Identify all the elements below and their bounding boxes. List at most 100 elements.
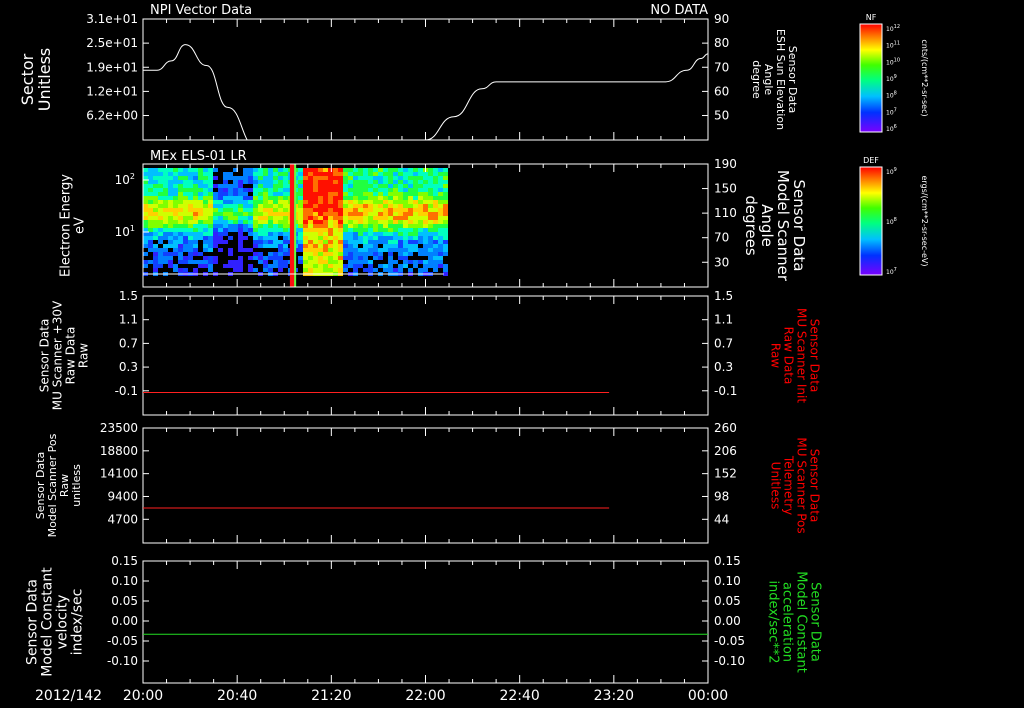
spectrogram-cell: [143, 224, 148, 228]
spectrogram-cell: [378, 196, 383, 200]
spectrogram-cell: [213, 200, 218, 204]
spectrogram-cell: [378, 168, 383, 172]
spectrogram-cell: [203, 184, 208, 188]
panel-frame-scannerpos: [142, 427, 709, 544]
spectrogram-cell: [143, 196, 148, 200]
spectrogram-cell: [178, 180, 183, 184]
spectrogram-cell: [338, 240, 343, 244]
spectrogram-cell: [238, 176, 243, 180]
spectrogram-cell: [433, 220, 438, 224]
spectrogram-cell: [303, 168, 308, 172]
spectrogram-cell: [378, 252, 383, 256]
spectrogram-cell: [233, 264, 238, 268]
spectrogram-cell: [438, 168, 443, 172]
spectrogram-cell: [273, 188, 278, 192]
spectrogram-cell: [353, 268, 358, 272]
spectrogram-cell: [203, 220, 208, 224]
spectrogram-cell: [408, 172, 413, 176]
spectrogram-cell: [228, 224, 233, 228]
spectrogram-cell: [353, 192, 358, 196]
spectrogram-cell: [278, 188, 283, 192]
spectrogram-cell: [193, 196, 198, 200]
y-axis-label-raw30v: Sensor Data MU Scanner +30V Raw Data Raw: [38, 300, 91, 410]
spectrogram-cell: [248, 208, 253, 212]
spectrogram-cell: [423, 196, 428, 200]
spectrogram-cell: [443, 188, 448, 192]
spectrogram-cell: [218, 184, 223, 188]
spectrogram-cell: [168, 252, 173, 256]
spectrogram-cell: [323, 236, 328, 240]
spectrogram-cell: [163, 248, 168, 252]
spectrogram-cell: [383, 216, 388, 220]
spectrogram-cell: [183, 196, 188, 200]
spectrogram-cell: [203, 216, 208, 220]
spectrogram-cell: [298, 200, 303, 204]
spectrogram-cell: [438, 204, 443, 208]
spectrogram-cell: [148, 224, 153, 228]
spectrogram-cell: [318, 168, 323, 172]
spectrogram-cell: [303, 220, 308, 224]
spectrogram-cell: [373, 232, 378, 236]
spectrogram-cell: [408, 236, 413, 240]
spectrogram-cell: [348, 228, 353, 232]
spectrogram-cell: [233, 184, 238, 188]
spectrogram-cell: [363, 220, 368, 224]
spectrogram-cell: [268, 216, 273, 220]
spectrogram-cell: [198, 184, 203, 188]
spectrogram-cell: [253, 268, 258, 272]
spectrogram-cell: [198, 220, 203, 224]
axis-label-line: Sensor Data: [807, 319, 821, 393]
spectrogram-cell: [358, 256, 363, 260]
spectrogram-cell: [268, 268, 273, 272]
spectrogram-cell: [253, 224, 258, 228]
spectrogram-cell: [408, 232, 413, 236]
spectrogram-cell: [198, 216, 203, 220]
spectrogram-cell: [208, 216, 213, 220]
spectrogram-cell: [383, 200, 388, 204]
spectrogram-cell: [343, 268, 348, 272]
spectrogram-cell: [333, 232, 338, 236]
spectrogram-cell: [403, 264, 408, 268]
spectrogram-cell: [168, 232, 173, 236]
spectrogram-cell: [338, 220, 343, 224]
spectrogram-cell: [318, 224, 323, 228]
spectrogram-cell: [168, 180, 173, 184]
spectrogram-cell: [323, 208, 328, 212]
spectrogram-cell: [343, 180, 348, 184]
spectrogram-cell: [433, 248, 438, 252]
spectrogram-cell: [188, 192, 193, 196]
spectrogram-cell: [323, 240, 328, 244]
spectrogram-cell: [163, 220, 168, 224]
spectrogram-cell: [193, 172, 198, 176]
spectrogram-cell: [163, 212, 168, 216]
y-tick-label: 4700: [107, 512, 138, 526]
spectrogram-cell: [348, 252, 353, 256]
axis-label-line: unitless: [70, 464, 83, 507]
spectrogram-cell: [323, 184, 328, 188]
spectrogram-cell: [253, 172, 258, 176]
spectrogram-cell: [378, 220, 383, 224]
spectrogram-cell: [153, 212, 158, 216]
spectrogram-cell: [353, 252, 358, 256]
spectrogram-cell: [273, 180, 278, 184]
spectrogram-cell: [273, 196, 278, 200]
spectrogram-cell: [338, 228, 343, 232]
spectrogram-cell: [378, 236, 383, 240]
spectrogram-cell: [168, 200, 173, 204]
spectrogram-cell: [303, 176, 308, 180]
spectrogram-cell: [348, 256, 353, 260]
spectrogram-cell: [343, 204, 348, 208]
spectrogram-cell: [268, 192, 273, 196]
spectrogram-cell: [433, 204, 438, 208]
spectrogram-cell: [313, 204, 318, 208]
spectrogram-cell: [253, 168, 258, 172]
spectrogram-cell: [368, 172, 373, 176]
spectrogram-cell: [328, 204, 333, 208]
spectrogram-cell: [428, 168, 433, 172]
spectrogram-cell: [378, 200, 383, 204]
spectrogram-cell: [248, 212, 253, 216]
spectrogram-cell: [248, 196, 253, 200]
spectrogram-cell: [143, 200, 148, 204]
spectrogram-cell: [433, 236, 438, 240]
spectrogram-cell: [333, 228, 338, 232]
